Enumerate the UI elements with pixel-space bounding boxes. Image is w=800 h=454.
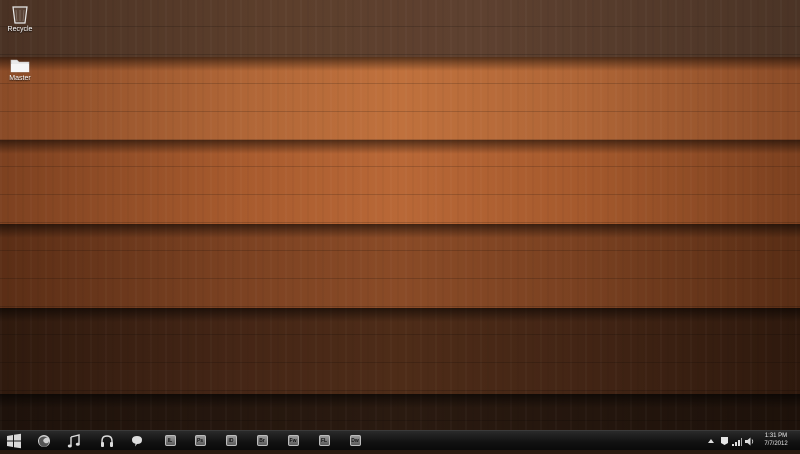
desktop-icon-master[interactable]: Master <box>0 57 40 82</box>
indesign-icon: ID <box>225 435 237 446</box>
taskbar-app-headphones[interactable] <box>99 433 115 448</box>
headphones-icon <box>101 434 113 447</box>
wood-shelf <box>0 224 800 308</box>
wood-shelf <box>0 308 800 394</box>
desktop-icon-label: Master <box>9 75 31 82</box>
desktop-icon-label: Recycle <box>7 26 33 33</box>
wood-shelf <box>0 140 800 224</box>
bridge-icon: Br <box>256 435 268 446</box>
network-flag-icon <box>720 437 728 445</box>
chat-bubble-icon <box>132 435 142 446</box>
wood-shelf <box>0 0 800 57</box>
show-hidden-icons-button[interactable] <box>706 434 716 448</box>
music-note-icon <box>67 433 80 447</box>
firefox-icon <box>38 434 50 447</box>
desktop-icon-recycle[interactable]: Recycle <box>0 4 40 33</box>
taskbar-app-chat[interactable] <box>129 433 145 448</box>
taskbar-app-bridge[interactable]: Br <box>254 433 270 448</box>
folder-icon <box>10 59 30 73</box>
taskbar-clock[interactable]: 1:31 PM 7/7/2012 <box>756 432 796 448</box>
clock-time: 1:31 PM <box>764 433 788 439</box>
taskbar-app-photoshop[interactable]: Ps <box>192 433 208 448</box>
taskbar-app-flash[interactable]: FL <box>316 433 332 448</box>
wood-shelf <box>0 394 800 430</box>
taskbar-app-illustrator[interactable]: IL <box>162 433 178 448</box>
photoshop-icon: Ps <box>194 435 206 446</box>
illustrator-icon: IL <box>164 435 176 446</box>
fireworks-icon: Fw <box>287 435 299 446</box>
signal-bars-icon <box>732 437 742 446</box>
taskbar-app-dreamweaver[interactable]: Dw <box>347 433 363 448</box>
taskbar: IL Ps ID Br Fw FL Dw 1:31 PM 7/7/2012 <box>0 430 800 450</box>
show-hidden-icons-arrow <box>708 439 714 443</box>
tray-network[interactable] <box>731 434 743 448</box>
taskbar-app-music[interactable] <box>66 433 82 448</box>
taskbar-app-firefox[interactable] <box>36 433 52 448</box>
tray-volume[interactable] <box>744 434 755 448</box>
flash-icon: FL <box>318 435 330 446</box>
tray-action-center[interactable] <box>718 434 730 448</box>
dreamweaver-icon: Dw <box>349 435 361 446</box>
recycle-bin-icon <box>12 6 28 24</box>
start-button[interactable] <box>6 433 22 449</box>
volume-icon <box>744 437 753 445</box>
desktop-wallpaper <box>0 0 800 430</box>
wood-shelf <box>0 57 800 140</box>
windows-logo-icon <box>7 433 21 449</box>
clock-date: 7/7/2012 <box>764 441 788 447</box>
taskbar-app-fireworks[interactable]: Fw <box>285 433 301 448</box>
taskbar-app-indesign[interactable]: ID <box>223 433 239 448</box>
